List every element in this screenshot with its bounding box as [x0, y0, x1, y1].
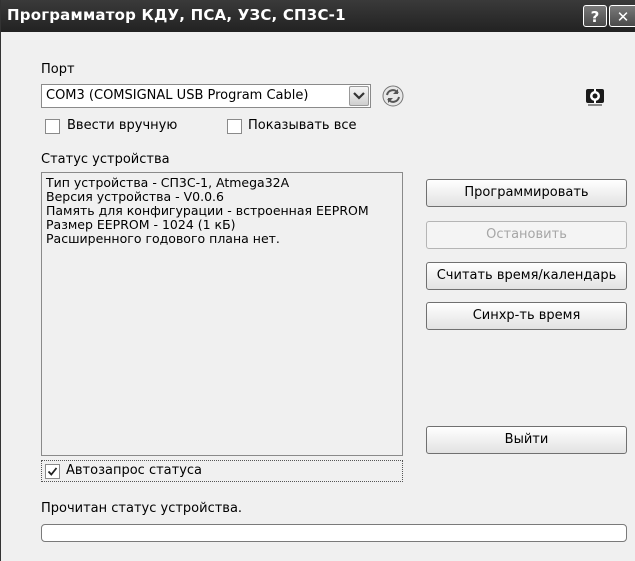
settings-icon[interactable]: [583, 84, 607, 108]
sync-time-button[interactable]: Синхр-ть время: [426, 302, 627, 330]
exit-button[interactable]: Выйти: [426, 426, 627, 454]
close-button[interactable]: ✕: [609, 5, 635, 27]
stop-button[interactable]: Остановить: [426, 221, 627, 249]
status-line: Тип устройства - СП3С-1, Atmega32A: [46, 175, 290, 190]
auto-request-label[interactable]: Автозапрос статуса: [66, 463, 202, 478]
read-time-button[interactable]: Считать время/календарь: [426, 262, 627, 290]
progress-bar: [41, 524, 627, 542]
chevron-down-icon: [353, 92, 365, 100]
status-textbox[interactable]: Тип устройства - СП3С-1, Atmega32A Верси…: [41, 172, 403, 456]
status-label: Статус устройства: [41, 152, 170, 167]
title-bar[interactable]: Программатор КДУ, ПСА, УЗС, СП3С-1 ? ✕: [1, 0, 635, 32]
port-value: COM3 (COMSIGNAL USB Program Cable): [46, 88, 309, 103]
status-line: Память для конфигурации - встроенная EEP…: [46, 203, 369, 218]
status-line: Расширенного годового плана нет.: [46, 231, 280, 246]
manual-entry-label[interactable]: Ввести вручную: [67, 118, 177, 133]
status-line: Размер EEPROM - 1024 (1 кБ): [46, 217, 236, 232]
status-message: Прочитан статус устройства.: [41, 501, 243, 516]
status-line: Версия устройства - V0.0.6: [46, 189, 224, 204]
window-title: Программатор КДУ, ПСА, УЗС, СП3С-1: [7, 6, 346, 24]
port-label: Порт: [41, 62, 75, 77]
check-icon: [47, 467, 58, 476]
help-button[interactable]: ?: [583, 5, 607, 27]
auto-request-group[interactable]: Автозапрос статуса: [41, 460, 403, 482]
manual-entry-checkbox[interactable]: [45, 119, 60, 134]
program-button[interactable]: Программировать: [426, 179, 627, 207]
show-all-checkbox[interactable]: [227, 119, 242, 134]
auto-request-checkbox[interactable]: [45, 464, 60, 479]
port-select[interactable]: COM3 (COMSIGNAL USB Program Cable): [41, 84, 371, 108]
programmer-dialog: Программатор КДУ, ПСА, УЗС, СП3С-1 ? ✕ П…: [0, 0, 635, 561]
show-all-label[interactable]: Показывать все: [248, 118, 357, 133]
refresh-icon[interactable]: [381, 84, 405, 108]
port-dropdown-button[interactable]: [349, 86, 369, 106]
